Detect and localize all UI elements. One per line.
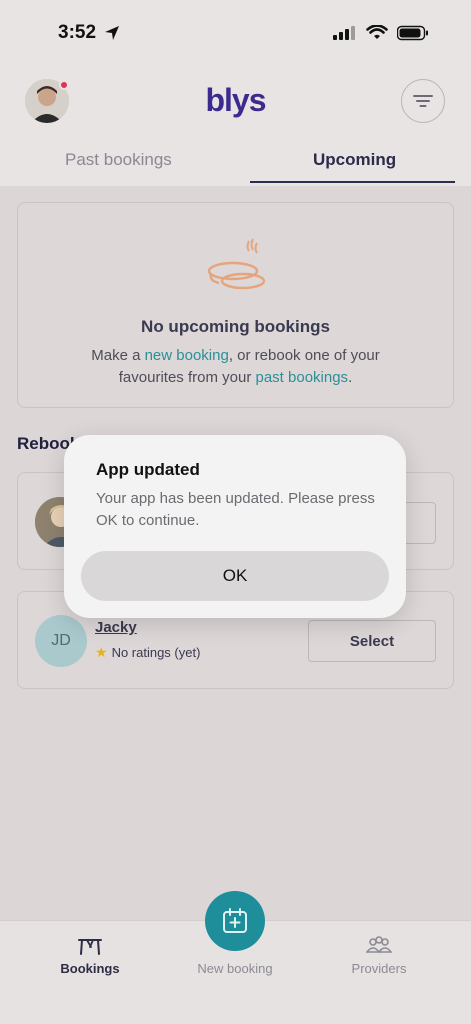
massage-stones-icon bbox=[207, 238, 266, 290]
nav-bookings-label: Bookings bbox=[60, 961, 120, 976]
nav-new-booking-label: New booking bbox=[197, 961, 273, 976]
ok-button[interactable]: OK bbox=[81, 551, 389, 601]
empty-state-text: Make a new booking, or rebook one of you… bbox=[58, 345, 413, 389]
new-booking-fab[interactable] bbox=[205, 891, 265, 951]
cellular-signal-icon bbox=[333, 26, 355, 40]
empty-state-card: No upcoming bookings Make a new booking,… bbox=[17, 202, 454, 408]
star-icon: ★ bbox=[95, 644, 108, 660]
select-button[interactable]: Select bbox=[308, 620, 436, 662]
nav-new-booking[interactable]: New booking bbox=[175, 961, 295, 976]
tab-upcoming[interactable]: Upcoming bbox=[313, 150, 396, 170]
provider-initials-avatar: JD bbox=[35, 615, 87, 667]
bottom-nav: Bookings New booking Providers bbox=[0, 891, 471, 1024]
app-header: blys bbox=[0, 70, 471, 134]
calendar-plus-icon bbox=[223, 908, 247, 933]
provider-name-link[interactable]: Jacky bbox=[95, 619, 137, 636]
nav-providers-label: Providers bbox=[351, 961, 407, 976]
new-booking-link[interactable]: new booking bbox=[145, 347, 229, 364]
provider-rating: ★ No ratings (yet) bbox=[95, 644, 200, 661]
booking-tabs: Past bookings Upcoming bbox=[0, 134, 471, 186]
past-bookings-link[interactable]: past bookings bbox=[255, 369, 348, 386]
active-tab-indicator bbox=[250, 181, 455, 183]
location-arrow-icon bbox=[105, 26, 119, 40]
dialog-title: App updated bbox=[96, 460, 200, 479]
filter-icon bbox=[413, 95, 433, 107]
status-icons bbox=[333, 25, 429, 41]
rating-text: No ratings (yet) bbox=[111, 645, 201, 660]
people-group-icon bbox=[366, 936, 392, 954]
battery-icon bbox=[397, 25, 428, 41]
nav-bookings[interactable]: Bookings bbox=[30, 935, 150, 976]
dialog-message: Your app has been updated. Please press … bbox=[96, 490, 375, 529]
filter-button[interactable] bbox=[401, 79, 445, 123]
app-updated-dialog: App updated Your app has been updated. P… bbox=[64, 435, 406, 618]
empty-text-part-3: . bbox=[348, 369, 353, 386]
nav-providers[interactable]: Providers bbox=[319, 935, 439, 976]
empty-text-part-1: Make a bbox=[91, 347, 145, 364]
wifi-icon bbox=[366, 25, 388, 39]
empty-state-title: No upcoming bookings bbox=[141, 317, 330, 336]
status-bar: 3:52 bbox=[0, 0, 471, 70]
status-time: 3:52 bbox=[58, 22, 97, 43]
massage-table-icon bbox=[78, 939, 102, 955]
tab-past-bookings[interactable]: Past bookings bbox=[65, 150, 172, 170]
